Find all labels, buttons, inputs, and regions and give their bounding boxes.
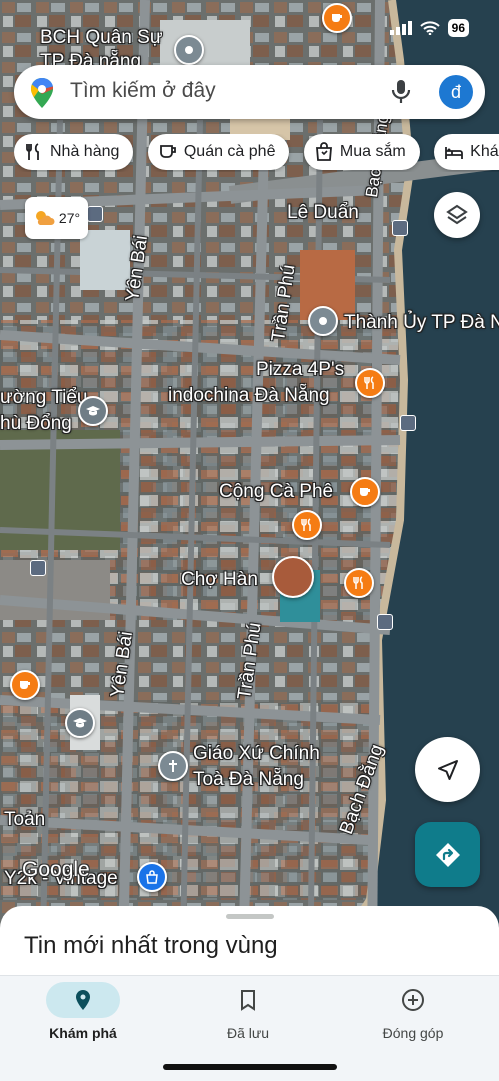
- tab-label: Đã lưu: [226, 1025, 270, 1041]
- school-pin-icon[interactable]: [78, 396, 108, 426]
- wifi-icon: [419, 21, 440, 35]
- poi-label-thanh-uy[interactable]: Thành Ủy TP Đà Nẵng: [344, 311, 499, 335]
- weather-widget[interactable]: 27°: [25, 197, 88, 239]
- chip-label: Nhà hàng: [50, 143, 120, 160]
- tab-explore[interactable]: Khám phá: [23, 982, 143, 1041]
- market-photo-pin[interactable]: [272, 556, 314, 598]
- chip-label: Mua sắm: [339, 143, 406, 160]
- bookmark-icon: [241, 990, 255, 1011]
- chip-coffee[interactable]: Quán cà phê: [147, 134, 290, 170]
- poi-label-truong-tieu[interactable]: ường Tiểu: [0, 386, 88, 410]
- battery-indicator: 96: [447, 19, 469, 37]
- restaurant-pin-icon[interactable]: [355, 368, 385, 398]
- bottom-sheet[interactable]: Tin mới nhất trong vùng: [0, 906, 499, 986]
- poi-label-pizza-line2[interactable]: indochina Đà Nẵng: [168, 384, 330, 408]
- weather-temp: 27°: [58, 210, 81, 226]
- partly-cloudy-icon: [35, 211, 55, 225]
- bus-stop-icon[interactable]: [87, 206, 103, 222]
- shopping-pin-icon[interactable]: [137, 862, 167, 892]
- fork-knife-icon: [26, 143, 39, 160]
- chip-label: Khách sạn: [470, 143, 499, 160]
- bed-icon: [445, 147, 464, 159]
- account-avatar[interactable]: đ: [439, 75, 473, 109]
- poi-label-cho-han[interactable]: Chợ Hàn: [181, 568, 258, 592]
- directions-icon: [435, 842, 460, 867]
- chip-restaurants[interactable]: Nhà hàng: [14, 134, 134, 170]
- home-indicator: [163, 1064, 337, 1070]
- bus-stop-icon[interactable]: [392, 220, 408, 236]
- microphone-icon[interactable]: [390, 77, 412, 107]
- poi-label-truong-tieu-line2[interactable]: hù Đổng: [0, 412, 72, 436]
- restaurant-pin-icon[interactable]: [344, 568, 374, 598]
- sheet-title: Tin mới nhất trong vùng: [24, 932, 278, 959]
- poi-pin-thanh-uy-icon[interactable]: [308, 306, 338, 336]
- tab-label: Đóng góp: [382, 1025, 444, 1041]
- chip-hotels[interactable]: Khách sạn: [434, 134, 499, 170]
- directions-button[interactable]: [415, 822, 480, 887]
- signal-icon: [389, 21, 412, 35]
- poi-label-giao-xu-line2[interactable]: Toà Đà Nẵng: [193, 768, 304, 792]
- layers-button[interactable]: [434, 192, 480, 238]
- tab-contribute[interactable]: Đóng góp: [353, 982, 473, 1041]
- poi-label-toan[interactable]: Toản: [4, 808, 45, 832]
- coffee-icon: [159, 145, 176, 158]
- chip-shopping[interactable]: Mua sắm: [303, 134, 420, 170]
- tab-saved[interactable]: Đã lưu: [188, 982, 308, 1041]
- layers-icon: [446, 204, 468, 225]
- google-maps-logo-icon: [31, 78, 53, 108]
- search-input[interactable]: Tìm kiếm ở đây: [70, 79, 216, 103]
- shopping-bag-icon: [315, 142, 332, 161]
- category-chips: Nhà hàng Quán cà phê Mua sắm Khách sạn: [14, 134, 499, 172]
- add-circle-icon: [402, 989, 424, 1011]
- tab-label: Khám phá: [49, 1025, 117, 1041]
- sheet-drag-handle[interactable]: [226, 914, 274, 919]
- poi-label-giao-xu[interactable]: Giáo Xứ Chính: [193, 742, 320, 766]
- bus-stop-icon[interactable]: [400, 415, 416, 431]
- navigation-arrow-icon: [437, 759, 458, 780]
- search-bar[interactable]: Tìm kiếm ở đây đ: [14, 65, 485, 119]
- poi-label-pizza[interactable]: Pizza 4P's: [256, 358, 344, 382]
- cafe-pin-icon[interactable]: [350, 477, 380, 507]
- restaurant-pin-icon[interactable]: [292, 510, 322, 540]
- chip-label: Quán cà phê: [183, 143, 276, 160]
- school-pin-icon[interactable]: [65, 708, 95, 738]
- my-location-button[interactable]: [415, 737, 480, 802]
- cafe-pin-icon[interactable]: [10, 670, 40, 700]
- explore-pin-icon: [76, 990, 90, 1010]
- church-pin-icon[interactable]: [158, 751, 188, 781]
- bus-stop-icon[interactable]: [30, 560, 46, 576]
- street-label-le-duan: Lê Duẩn: [287, 202, 359, 223]
- bus-stop-icon[interactable]: [377, 614, 393, 630]
- google-attribution: Google: [22, 858, 90, 881]
- poi-label-cong-ca-phe[interactable]: Cộng Cà Phê: [219, 480, 333, 504]
- status-bar: 96: [0, 0, 499, 58]
